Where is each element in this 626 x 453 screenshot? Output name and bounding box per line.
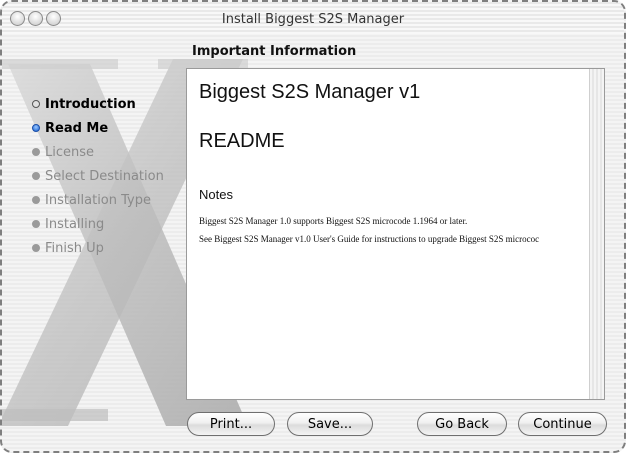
step-label: Installation Type (45, 192, 151, 208)
step-select-destination: Select Destination (32, 164, 192, 188)
step-label: Read Me (45, 120, 109, 136)
step-label: Introduction (45, 96, 136, 112)
step-bullet-icon (32, 148, 40, 156)
step-bullet-icon (32, 124, 40, 132)
step-read-me: Read Me (32, 116, 192, 140)
step-bullet-icon (32, 100, 40, 108)
doc-line: See Biggest S2S Manager v1.0 User's Guid… (199, 234, 540, 244)
vertical-scrollbar[interactable] (589, 69, 604, 399)
step-bullet-icon (32, 244, 40, 252)
print-button[interactable]: Print... (187, 412, 275, 436)
doc-line: Biggest S2S Manager 1.0 supports Biggest… (199, 216, 468, 226)
section-heading: Important Information (192, 44, 357, 59)
save-button[interactable]: Save... (287, 412, 373, 436)
title-bar[interactable]: Install Biggest S2S Manager (2, 2, 624, 34)
doc-readme-heading: README (199, 130, 285, 152)
step-label: License (45, 144, 95, 160)
step-license: License (32, 140, 192, 164)
readme-document: Biggest S2S Manager v1 README Notes Bigg… (199, 77, 584, 244)
installer-steps-list: Introduction Read Me License Select Destina… (32, 92, 192, 260)
installer-window: Install Biggest S2S Manager Introduction… (0, 0, 626, 453)
step-finish-up: Finish Up (32, 236, 192, 260)
doc-notes-heading: Notes (199, 187, 233, 202)
step-bullet-icon (32, 196, 40, 204)
continue-button[interactable]: Continue (518, 412, 607, 436)
readme-text-area[interactable]: Biggest S2S Manager v1 README Notes Bigg… (186, 68, 605, 400)
step-bullet-icon (32, 172, 40, 180)
doc-title: Biggest S2S Manager v1 (199, 81, 421, 103)
step-installing: Installing (32, 212, 192, 236)
step-introduction: Introduction (32, 92, 192, 116)
step-installation-type: Installation Type (32, 188, 192, 212)
go-back-button[interactable]: Go Back (417, 412, 507, 436)
step-label: Installing (45, 216, 105, 232)
step-label: Select Destination (45, 168, 164, 184)
step-label: Finish Up (45, 240, 104, 256)
window-title: Install Biggest S2S Manager (221, 12, 405, 27)
step-bullet-icon (32, 220, 40, 228)
